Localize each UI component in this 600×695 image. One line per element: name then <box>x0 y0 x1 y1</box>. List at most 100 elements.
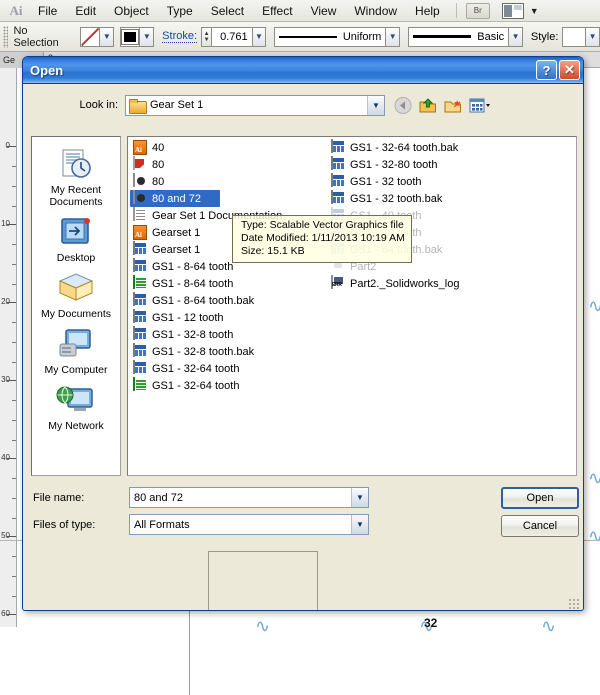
pdf-file-icon <box>133 156 148 172</box>
fill-swatch[interactable] <box>80 26 101 47</box>
chevron-down-icon[interactable]: ▼ <box>351 515 368 534</box>
place-my-computer[interactable]: My Computer <box>34 325 118 378</box>
back-arrow-icon[interactable] <box>394 96 412 114</box>
file-list-item[interactable]: GS1 - 32-64 tooth <box>130 360 330 377</box>
file-list-item[interactable]: GS1 - 32-8 tooth <box>130 326 330 343</box>
chevron-down-icon[interactable]: ▼ <box>367 95 384 115</box>
error-log-icon <box>331 275 346 291</box>
new-folder-icon[interactable] <box>444 97 462 114</box>
file-list-item[interactable]: GS1 - 32 tooth <box>328 173 528 190</box>
file-list-item[interactable]: GS1 - 32 tooth.bak <box>328 190 528 207</box>
stroke-profile-combo[interactable]: Uniform <box>274 26 387 47</box>
svg-file-icon <box>133 173 148 189</box>
control-bar-grip[interactable] <box>3 25 9 48</box>
xls-file-icon <box>133 292 148 308</box>
chevron-down-icon[interactable]: ▼ <box>530 6 539 16</box>
style-dropdown-arrow[interactable]: ▼ <box>586 26 600 47</box>
desktop-icon <box>56 215 96 251</box>
file-list-item-label: GS1 - 8-64 tooth.bak <box>152 294 255 307</box>
file-list-item[interactable]: GS1 - 8-64 tooth.bak <box>130 292 330 309</box>
stroke-weight-dropdown-arrow[interactable]: ▼ <box>252 26 267 47</box>
menu-effect[interactable]: Effect <box>253 2 301 20</box>
file-type-value: All Formats <box>134 518 190 531</box>
svg-file-icon <box>133 190 148 206</box>
profile-line-icon <box>279 35 337 38</box>
file-list-item-label: 80 <box>152 175 165 188</box>
file-type-select[interactable]: All Formats ▼ <box>129 514 369 535</box>
file-list-item[interactable]: GS1 - 8-64 tooth <box>130 275 330 292</box>
file-list-item-label: GS1 - 12 tooth <box>152 311 224 324</box>
file-list-item[interactable]: 80 and 72 <box>130 190 220 207</box>
file-list-item[interactable]: Ai 40 <box>130 139 330 156</box>
folder-icon <box>129 98 147 114</box>
stroke-swatch[interactable] <box>120 26 141 47</box>
open-button[interactable]: Open <box>501 487 579 509</box>
bridge-button[interactable]: Br <box>465 2 490 19</box>
ai-logo-icon: Ai <box>9 2 23 18</box>
stroke-weight-stepper[interactable]: ▲ ▼ <box>201 26 213 47</box>
menu-window[interactable]: Window <box>345 2 406 20</box>
file-list-item[interactable]: Part2._Solidworks_log <box>328 275 528 292</box>
my-network-icon <box>56 383 96 419</box>
file-list-item[interactable]: 80 <box>130 173 330 190</box>
file-list-item-label: GS1 - 32-64 tooth.bak <box>350 141 459 154</box>
control-bar: No Selection ▼ ▼ Stroke: ▲ ▼ 0.761 ▼ Unif… <box>0 22 600 52</box>
xls-file-icon <box>133 241 148 257</box>
file-name-input[interactable]: 80 and 72 ▼ <box>129 487 369 508</box>
dialog-title: Open <box>30 62 64 78</box>
place-my-recent-documents[interactable]: My Recent Documents <box>34 145 118 210</box>
gear-path-fragment: ∿ <box>588 468 600 488</box>
file-list-item[interactable]: GS1 - 32-80 tooth <box>328 156 528 173</box>
close-icon[interactable]: ✕ <box>559 60 580 80</box>
fill-dropdown-arrow[interactable]: ▼ <box>100 26 115 47</box>
green-file-icon <box>133 377 148 393</box>
place-my-network[interactable]: My Network <box>34 381 118 434</box>
stroke-weight-value[interactable]: 0.761 <box>212 26 253 47</box>
tooltip-type: Type: Scalable Vector Graphics file <box>241 219 404 231</box>
file-list-item[interactable]: GS1 - 32-8 tooth.bak <box>130 343 330 360</box>
lookin-row: Look in: Gear Set 1 ▼ <box>23 92 583 118</box>
file-list-item-label: GS1 - 8-64 tooth <box>152 260 234 273</box>
place-my-documents[interactable]: My Documents <box>34 269 118 322</box>
file-tooltip: Type: Scalable Vector Graphics file Date… <box>232 215 412 263</box>
menu-edit[interactable]: Edit <box>66 2 105 20</box>
xls-file-icon <box>133 326 148 342</box>
file-list-item[interactable]: GS1 - 32-64 tooth <box>130 377 330 394</box>
menu-type[interactable]: Type <box>158 2 202 20</box>
file-list-item[interactable]: GS1 - 12 tooth <box>130 309 330 326</box>
menu-help[interactable]: Help <box>406 2 449 20</box>
brush-definition-value: Basic <box>477 30 505 43</box>
file-list-item-label: 80 <box>152 158 165 171</box>
menu-select[interactable]: Select <box>202 2 253 20</box>
views-grid-icon[interactable] <box>469 97 490 114</box>
stroke-profile-dropdown-arrow[interactable]: ▼ <box>386 26 401 47</box>
help-button[interactable]: ? <box>536 60 557 80</box>
lookin-label: Look in: <box>79 99 118 111</box>
menu-object[interactable]: Object <box>105 2 158 20</box>
black-swatch-icon <box>121 28 140 45</box>
lookin-combo[interactable]: Gear Set 1 ▼ <box>125 94 385 116</box>
file-list-item-label: 80 and 72 <box>152 192 201 205</box>
chevron-down-icon[interactable]: ▼ <box>351 488 368 507</box>
style-swatch[interactable] <box>562 26 587 47</box>
file-list-item[interactable]: 80 <box>130 156 330 173</box>
arrange-documents-icon[interactable] <box>501 2 524 19</box>
dialog-title-bar[interactable]: Open ? ✕ <box>23 57 583 84</box>
places-bar: My Recent Documents Desktop My Documents… <box>31 136 121 476</box>
cancel-button[interactable]: Cancel <box>501 515 579 537</box>
file-list-item[interactable]: GS1 - 32-64 tooth.bak <box>328 139 528 156</box>
menu-file[interactable]: File <box>29 2 66 20</box>
place-desktop[interactable]: Desktop <box>34 213 118 266</box>
stroke-dropdown-arrow[interactable]: ▼ <box>140 26 155 47</box>
file-list[interactable]: Ai 40 80 80 80 and 72 Gear Set 1 Documentatio… <box>127 136 577 476</box>
stroke-weight-label[interactable]: Stroke: <box>162 30 198 43</box>
brush-definition-combo[interactable]: Basic <box>408 26 510 47</box>
ai-file-icon: Ai <box>133 225 148 240</box>
resize-grip[interactable] <box>568 598 580 610</box>
tooltip-size: Size: 15.1 KB <box>241 245 305 257</box>
artboard-edge <box>189 608 190 695</box>
brush-dropdown-arrow[interactable]: ▼ <box>509 26 523 47</box>
file-list-item-label: GS1 - 32 tooth.bak <box>350 192 443 205</box>
up-folder-icon[interactable] <box>419 97 437 114</box>
menu-view[interactable]: View <box>302 2 346 20</box>
